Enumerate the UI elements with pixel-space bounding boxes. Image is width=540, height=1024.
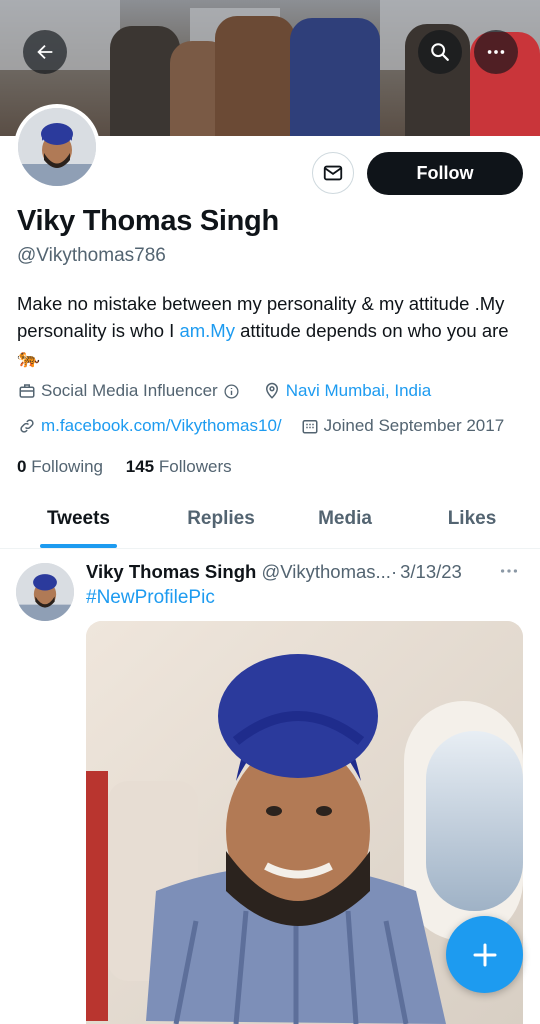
info-icon[interactable] [222,381,242,401]
more-button[interactable] [474,30,518,74]
followers-label: Followers [158,457,232,476]
following-label: Following [31,457,104,476]
compose-tweet-button[interactable] [446,916,523,993]
tab-likes[interactable]: Likes [440,490,504,548]
mail-icon [323,165,343,181]
profile-bio: Make no mistake between my personality &… [17,290,527,371]
tweet-avatar-portrait [16,563,74,621]
calendar-icon [300,416,320,436]
tweet-avatar[interactable] [16,563,74,621]
more-horizontal-icon [500,569,518,573]
profile-category: Social Media Influencer [41,381,218,400]
bio-link[interactable]: am.My [179,320,235,341]
tweet-more-button[interactable] [498,560,520,587]
profile-tabs: Tweets Replies Media Likes [0,490,540,549]
briefcase-icon [17,381,37,401]
message-button[interactable] [312,152,354,194]
tab-media[interactable]: Media [308,490,382,548]
profile-name: Viky Thomas Singh [17,205,279,237]
search-icon [431,43,449,61]
tweet-header: Viky Thomas Singh @Vikythomas...· 3/13/23 [86,561,462,583]
tweet-hashtag[interactable]: #NewProfilePic [86,587,215,609]
tweet-date[interactable]: 3/13/23 [400,561,462,582]
tweet-author-name[interactable]: Viky Thomas Singh [86,561,256,582]
tweet-separator: · [390,561,398,582]
followers-count: 145 [125,457,155,476]
following-link[interactable]: 0 Following [17,457,103,476]
location-icon [262,381,282,401]
profile-meta-row-1: Social Media Influencer Navi Mumbai, Ind… [17,381,431,401]
profile-avatar[interactable] [14,104,100,190]
profile-meta-row-2: m.facebook.com/Vikythomas10/ Joined Sept… [17,416,504,436]
tab-replies[interactable]: Replies [180,490,262,548]
tiger-emoji: 🐅 [17,347,41,368]
active-tab-indicator [40,544,117,548]
more-horizontal-icon [487,50,505,54]
link-icon [17,416,37,436]
tab-tweets[interactable]: Tweets [40,490,117,548]
profile-location[interactable]: Navi Mumbai, India [286,381,432,401]
bio-text-end: attitude depends on who you are [234,320,509,341]
followers-link[interactable]: 145 Followers [126,457,232,476]
plus-icon [473,943,496,966]
back-button[interactable] [23,30,67,74]
avatar-portrait [18,108,96,186]
profile-handle: @Vikythomas786 [17,245,166,266]
tweet-author-handle[interactable]: @Vikythomas... [261,561,390,582]
profile-website[interactable]: m.facebook.com/Vikythomas10/ [41,416,282,436]
profile-stats: 0 Following 145 Followers [17,457,232,477]
arrow-left-icon [37,44,53,60]
follow-button[interactable]: Follow [367,152,523,195]
following-count: 0 [17,457,27,476]
profile-joined: Joined September 2017 [323,416,505,435]
search-button[interactable] [418,30,462,74]
